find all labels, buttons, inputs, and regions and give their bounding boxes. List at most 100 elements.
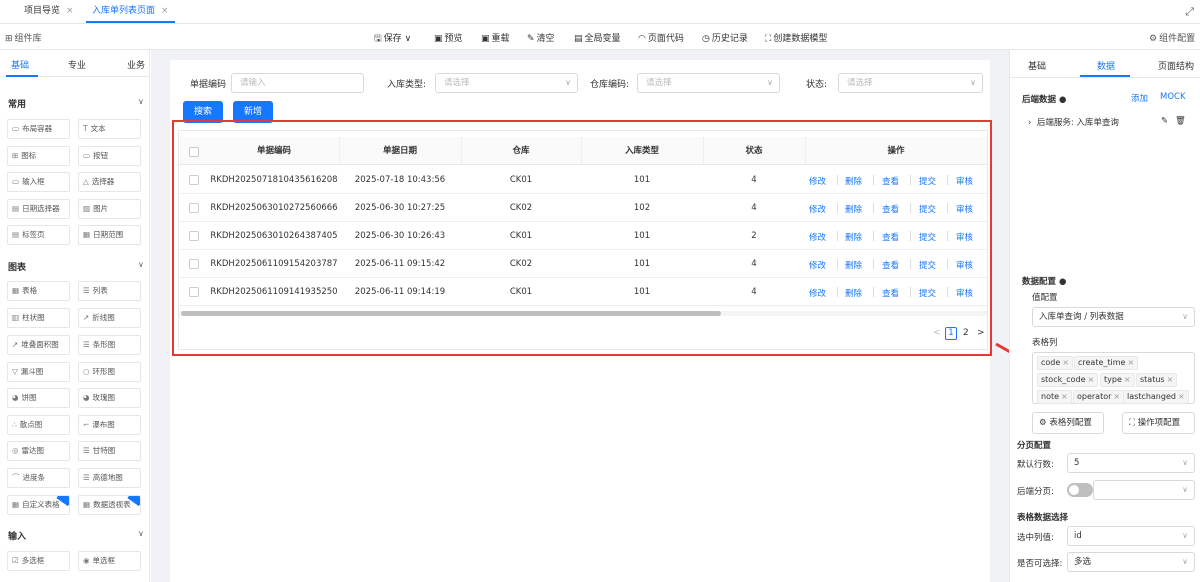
component-progress[interactable]: ⌒ 进度条: [7, 468, 70, 488]
page-code-button[interactable]: ◠ 页面代码: [638, 31, 684, 44]
clear-button[interactable]: ✎ 清空: [527, 31, 555, 44]
row-action-2[interactable]: 查看: [882, 231, 899, 243]
multi-select-select[interactable]: 多选 ∨: [1067, 552, 1195, 572]
history-button[interactable]: ◷ 历史记录: [702, 31, 748, 44]
backend-service-item[interactable]: › 后端服务: 入库单查询: [1028, 116, 1119, 128]
component-custom-table[interactable]: ▦ 自定义表格: [7, 495, 70, 515]
table-col-config-button[interactable]: ⚙ 表格列配置: [1032, 412, 1104, 434]
reload-button[interactable]: ▣ 重载: [481, 31, 510, 44]
row-action-4[interactable]: 审核: [956, 259, 973, 271]
component-input[interactable]: ▭ 输入框: [7, 172, 70, 192]
component-amap[interactable]: ☰ 高德地图: [78, 468, 141, 488]
component-waterfall[interactable]: ⌐ 瀑布图: [78, 415, 141, 435]
selected-col-select[interactable]: id ∨: [1067, 526, 1195, 546]
component-ring[interactable]: ○ 环形图: [78, 362, 141, 382]
component-gantt[interactable]: ☰ 甘特图: [78, 441, 141, 461]
fullscreen-icon[interactable]: ⤢: [1185, 5, 1194, 19]
tab-page-structure[interactable]: 页面结构: [1158, 59, 1194, 72]
tab-project-overview[interactable]: 项目导览 ×: [18, 0, 80, 23]
table-cols-tags[interactable]: code × create_time × stock_code × type × sta…: [1032, 352, 1195, 404]
row-action-2[interactable]: 查看: [882, 203, 899, 215]
row-action-2[interactable]: 查看: [882, 259, 899, 271]
row-action-2[interactable]: 查看: [882, 287, 899, 299]
component-list[interactable]: ☰ 列表: [78, 281, 141, 301]
component-radio[interactable]: ◉ 单选框: [78, 551, 141, 571]
mock-link[interactable]: MOCK: [1160, 92, 1186, 102]
component-checkbox[interactable]: ☑ 多选框: [7, 551, 70, 571]
row-checkbox[interactable]: [189, 287, 199, 297]
component-funnel[interactable]: ▽ 漏斗图: [7, 362, 70, 382]
page-2-button[interactable]: 2: [963, 328, 969, 338]
preview-button[interactable]: ▣ 预览: [434, 31, 463, 44]
default-rows-select[interactable]: 5 ∨: [1067, 453, 1195, 473]
op-config-button[interactable]: ⛶ 操作项配置: [1122, 412, 1195, 434]
warehouse-select[interactable]: 请选择 ∨: [637, 73, 780, 93]
row-action-1[interactable]: 删除: [845, 287, 862, 299]
edit-icon[interactable]: ✎: [1161, 116, 1168, 126]
select-all-checkbox[interactable]: [189, 147, 199, 157]
chevron-down-icon[interactable]: ∨: [138, 529, 144, 538]
close-icon[interactable]: ×: [161, 6, 169, 16]
row-action-4[interactable]: 审核: [956, 231, 973, 243]
row-action-0[interactable]: 修改: [809, 203, 826, 215]
value-config-select[interactable]: 入库单查询 / 列表数据 ∨: [1032, 307, 1195, 327]
row-action-4[interactable]: 审核: [956, 203, 973, 215]
row-checkbox[interactable]: [189, 203, 199, 213]
component-area-chart[interactable]: ↗ 堆叠面积图: [7, 335, 70, 355]
component-datepicker[interactable]: ▤ 日期选择器: [7, 199, 70, 219]
component-hbar-chart[interactable]: ☰ 条形图: [78, 335, 141, 355]
tab-basic[interactable]: 基础: [11, 58, 29, 71]
row-action-4[interactable]: 审核: [956, 287, 973, 299]
backend-paging-select[interactable]: ∨: [1093, 480, 1195, 500]
component-daterange[interactable]: ▦ 日期范围: [78, 225, 141, 245]
component-radar[interactable]: ◎ 雷达图: [7, 441, 70, 461]
save-button[interactable]: 🖫 保存 ∨: [374, 31, 411, 47]
component-select[interactable]: △ 选择器: [78, 172, 141, 192]
next-page-button[interactable]: >: [977, 328, 985, 338]
component-image[interactable]: ▨ 图片: [78, 199, 141, 219]
delete-icon[interactable]: 🗑: [1175, 116, 1186, 126]
tab-business[interactable]: 业务: [127, 58, 145, 71]
component-pivot[interactable]: ▦ 数据透视表: [78, 495, 141, 515]
component-layout[interactable]: ▭ 布局容器: [7, 119, 70, 139]
row-action-3[interactable]: 提交: [919, 287, 936, 299]
row-checkbox[interactable]: [189, 175, 199, 185]
row-action-0[interactable]: 修改: [809, 287, 826, 299]
row-action-1[interactable]: 删除: [845, 203, 862, 215]
component-line-chart[interactable]: ↗ 折线图: [78, 308, 141, 328]
row-checkbox[interactable]: [189, 231, 199, 241]
row-action-3[interactable]: 提交: [919, 231, 936, 243]
row-action-4[interactable]: 审核: [956, 175, 973, 187]
row-action-0[interactable]: 修改: [809, 259, 826, 271]
row-action-2[interactable]: 查看: [882, 175, 899, 187]
row-action-3[interactable]: 提交: [919, 259, 936, 271]
component-button[interactable]: ▭ 按钮: [78, 146, 141, 166]
create-model-button[interactable]: ⛶ 创建数据模型: [765, 31, 827, 44]
tab-basic-config[interactable]: 基础: [1028, 59, 1046, 72]
row-action-1[interactable]: 删除: [845, 259, 862, 271]
scrollbar-thumb[interactable]: [181, 311, 721, 316]
component-pie[interactable]: ◕ 饼图: [7, 388, 70, 408]
row-action-1[interactable]: 删除: [845, 175, 862, 187]
status-select[interactable]: 请选择 ∨: [838, 73, 983, 93]
type-select[interactable]: 请选择 ∨: [435, 73, 578, 93]
tab-professional[interactable]: 专业: [68, 58, 86, 71]
chevron-down-icon[interactable]: ∨: [138, 260, 144, 269]
row-checkbox[interactable]: [189, 259, 199, 269]
component-tabs[interactable]: ▤ 标签页: [7, 225, 70, 245]
component-rose[interactable]: ◕ 玫瑰图: [78, 388, 141, 408]
component-icon[interactable]: ⊞ 图标: [7, 146, 70, 166]
component-table[interactable]: ▦ 表格: [7, 281, 70, 301]
tab-data-config[interactable]: 数据: [1097, 59, 1115, 72]
row-action-3[interactable]: 提交: [919, 203, 936, 215]
close-icon[interactable]: ×: [66, 6, 74, 16]
row-action-1[interactable]: 删除: [845, 231, 862, 243]
component-scatter[interactable]: ∴ 散点图: [7, 415, 70, 435]
tab-inbound-list[interactable]: 入库单列表页面 ×: [86, 0, 175, 23]
component-text[interactable]: T 文本: [78, 119, 141, 139]
add-link[interactable]: 添加: [1131, 92, 1148, 104]
global-vars-button[interactable]: ▤ 全局变量: [574, 31, 621, 44]
backend-paging-toggle[interactable]: [1067, 483, 1093, 497]
page-1-button[interactable]: 1: [945, 327, 957, 340]
row-action-0[interactable]: 修改: [809, 175, 826, 187]
